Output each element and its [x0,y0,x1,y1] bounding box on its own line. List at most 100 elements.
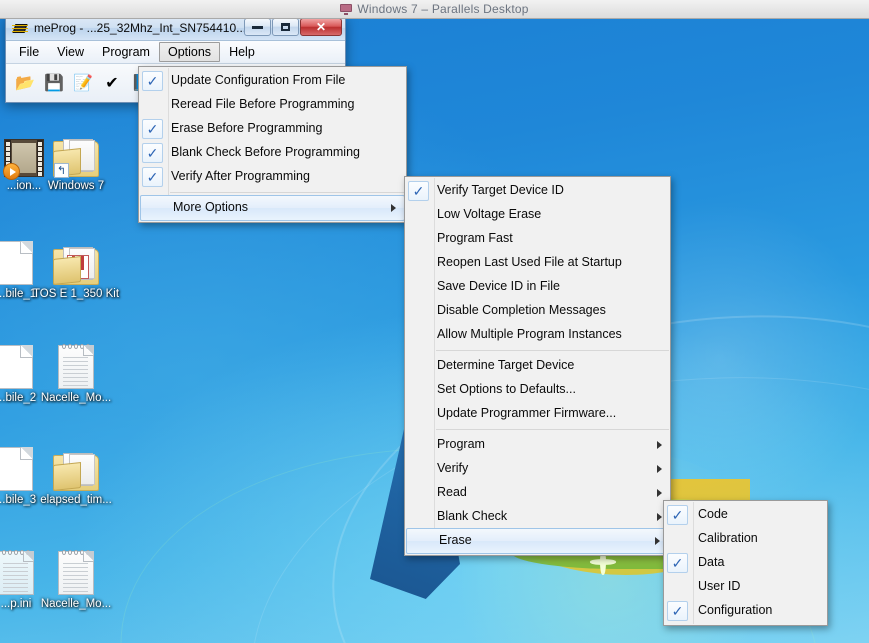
menubar-item-file[interactable]: File [10,42,48,62]
play-badge-icon [3,163,20,180]
menu-item-label: Reopen Last Used File at Startup [437,255,622,269]
desktop-icon[interactable]: ↰ Windows 7 [30,129,122,193]
erase-submenu[interactable]: ✓ Code Calibration ✓ Data User ID ✓ Configurati… [663,500,828,626]
menu-item-verify-after-programming[interactable]: ✓ Verify After Programming [139,165,406,189]
menu-item-set-options-to-defaults[interactable]: Set Options to Defaults... [405,378,670,402]
menu-item-update-programmer-firmware[interactable]: Update Programmer Firmware... [405,402,670,426]
menu-item-blank-check[interactable]: Blank Check [405,505,670,529]
folder-icon [53,247,99,285]
menu-item-label: Read [437,485,467,499]
checkmark-icon: ✓ [142,119,163,139]
save-file-icon[interactable]: 💾 [43,72,65,94]
submenu-arrow-icon [657,441,662,449]
shortcut-arrow-icon: ↰ [54,163,69,178]
menu-item-erase-before-programming[interactable]: ✓ Erase Before Programming [139,117,406,141]
desktop-icon-label: elapsed_tim... [40,494,112,506]
submenu-arrow-icon [655,537,660,545]
desktop-icon-label: TOS E 1_350 Kit [32,288,120,300]
options-menu[interactable]: ✓ Update Configuration From File Reread Fi… [138,66,407,223]
menu-item-data[interactable]: ✓ Data [664,551,827,575]
menu-item-blank-check-before-programming[interactable]: ✓ Blank Check Before Programming [139,141,406,165]
menubar-item-program[interactable]: Program [93,42,159,62]
menu-item-label: Reread File Before Programming [171,97,355,111]
checkmark-icon: ✓ [667,505,688,525]
desktop-icon-label: Nacelle_Mo... [40,392,112,404]
maximize-button[interactable] [272,18,299,36]
menu-item-label: Data [698,555,725,569]
menu-item-low-voltage-erase[interactable]: Low Voltage Erase [405,203,670,227]
menu-item-disable-completion-messages[interactable]: Disable Completion Messages [405,299,670,323]
menu-item-label: User ID [698,579,741,593]
desktop-icon[interactable]: Nacelle_Mo... [30,547,122,611]
program-device-icon[interactable]: 📝 [72,72,94,94]
checkmark-icon: ✓ [142,167,163,187]
menu-item-label: Verify [437,461,469,475]
menubar-item-help[interactable]: Help [220,42,264,62]
menu-item-more-options[interactable]: More Options [140,195,405,221]
menu-bar[interactable]: File View Program Options Help [6,41,345,64]
menu-item-reopen-last-used-file-at-startup[interactable]: Reopen Last Used File at Startup [405,251,670,275]
desktop-icon-glyph [30,443,122,491]
menubar-item-view[interactable]: View [48,42,93,62]
more-options-submenu[interactable]: ✓ Verify Target Device ID Low Voltage Eras… [404,176,671,556]
menu-item-configuration[interactable]: ✓ Configuration [664,599,827,623]
menu-item-label: Configuration [698,603,773,617]
chip-icon [12,22,28,35]
window-titlebar[interactable]: meProg - ...25_32Mhz_Int_SN754410.... ✕ [6,16,345,41]
host-bar-title: Windows 7 – Parallels Desktop [357,2,529,16]
menu-item-calibration[interactable]: Calibration [664,527,827,551]
folder-icon: ↰ [53,139,99,178]
submenu-arrow-icon [657,513,662,521]
verify-icon[interactable]: ✔ [101,72,123,94]
window-controls: ✕ [244,18,342,36]
menu-item-program[interactable]: Program [405,433,670,457]
menu-item-read[interactable]: Read [405,481,670,505]
submenu-arrow-icon [391,204,396,212]
checkmark-icon: ✓ [667,553,688,573]
folder-icon [53,453,99,491]
menubar-item-options[interactable]: Options [158,42,221,62]
menu-separator [436,429,669,430]
menu-item-label: Allow Multiple Program Instances [437,327,622,341]
menu-item-label: Set Options to Defaults... [437,382,576,396]
desktop-icon[interactable]: Nacelle_Mo... [30,341,122,405]
menu-item-allow-multiple-program-instances[interactable]: Allow Multiple Program Instances [405,323,670,347]
menu-item-label: Verify Target Device ID [437,183,564,197]
menu-item-label: Erase [439,533,472,547]
desktop-icon[interactable]: TOS E 1_350 Kit [30,237,122,301]
menu-item-label: Program [437,437,485,451]
menu-item-label: Calibration [698,531,758,545]
text-document-icon [0,550,34,595]
window-title: meProg - ...25_32Mhz_Int_SN754410.... [34,21,250,35]
menu-item-reread-file-before-programming[interactable]: Reread File Before Programming [139,93,406,117]
open-file-icon[interactable]: 📂 [14,72,36,94]
submenu-arrow-icon [657,465,662,473]
file-icon [0,447,33,491]
menu-item-user-id[interactable]: User ID [664,575,827,599]
menu-item-erase[interactable]: Erase [406,528,669,554]
minimize-button[interactable] [244,18,271,36]
menu-item-program-fast[interactable]: Program Fast [405,227,670,251]
menu-item-determine-target-device[interactable]: Determine Target Device [405,354,670,378]
menu-item-code[interactable]: ✓ Code [664,503,827,527]
host-bar-title-group: Windows 7 – Parallels Desktop [340,2,528,16]
menu-item-label: Blank Check [437,509,508,523]
menu-item-label: Update Programmer Firmware... [437,406,617,420]
text-document-icon [58,550,94,595]
menu-item-label: Erase Before Programming [171,121,323,135]
checkmark-icon: ✓ [142,71,163,91]
desktop-icon-glyph [30,547,122,595]
close-button[interactable]: ✕ [300,18,342,36]
menu-item-label: Save Device ID in File [437,279,560,293]
menu-item-update-configuration-from-file[interactable]: ✓ Update Configuration From File [139,69,406,93]
menu-separator [170,192,405,193]
menu-item-verify[interactable]: Verify [405,457,670,481]
menu-item-save-device-id-in-file[interactable]: Save Device ID in File [405,275,670,299]
checkmark-icon: ✓ [667,601,688,621]
submenu-arrow-icon [657,489,662,497]
desktop-icon-label: Windows 7 [47,180,105,192]
desktop-icon-label: Nacelle_Mo... [40,598,112,610]
monitor-icon [340,3,353,15]
menu-item-verify-target-device-id[interactable]: ✓ Verify Target Device ID [405,179,670,203]
desktop-icon[interactable]: elapsed_tim... [30,443,122,507]
